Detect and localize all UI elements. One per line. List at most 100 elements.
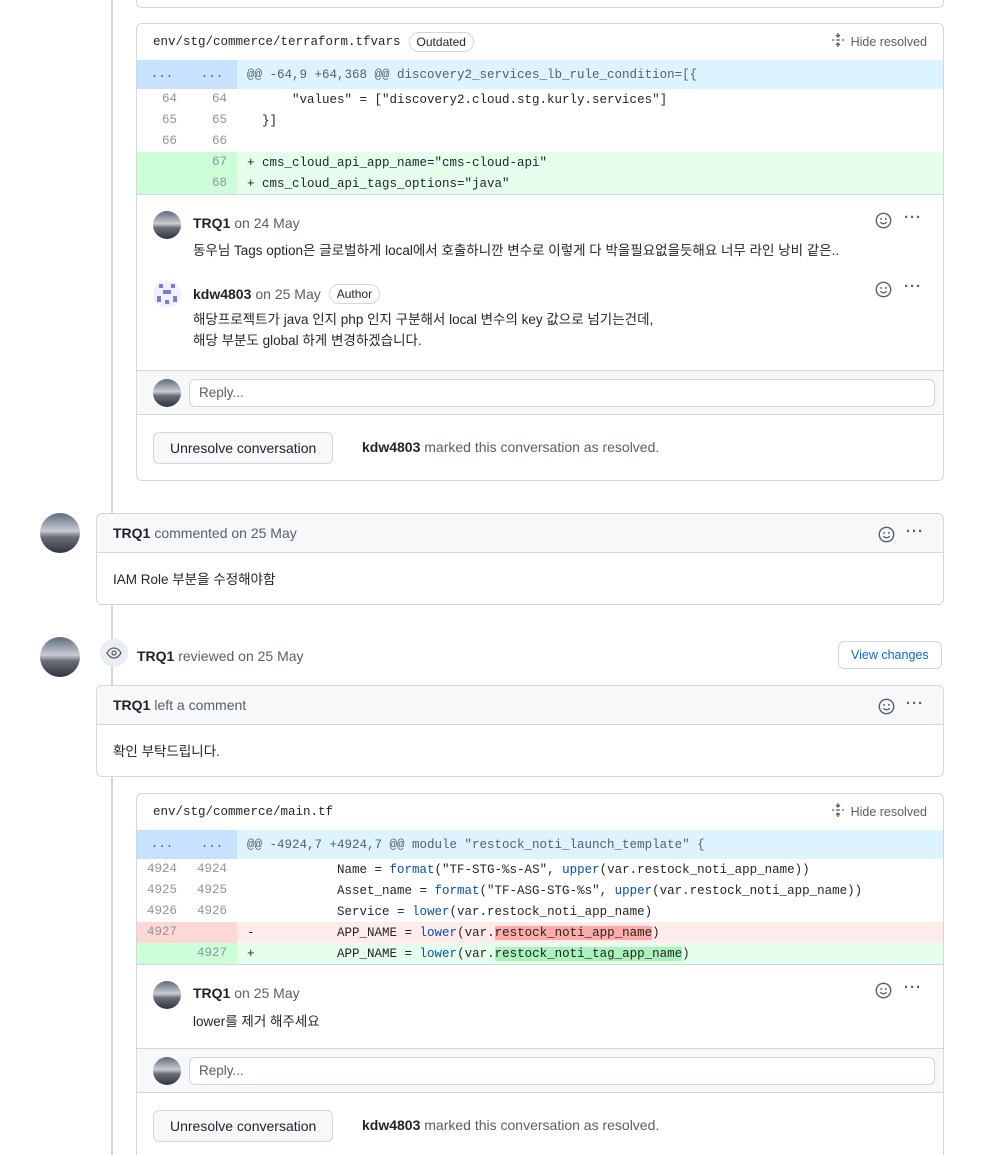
review-comment: kdw4803 on 25 May Author ··· 해당프로젝트가 jav… [137,265,943,371]
new-line-number[interactable]: 4925 [187,880,237,901]
hide-resolved-button[interactable]: Hide resolved [831,802,927,821]
new-line-number[interactable]: 66 [187,131,237,152]
old-line-number[interactable]: 4925 [137,880,187,901]
smiley-icon[interactable] [875,212,892,234]
old-line-number[interactable] [137,943,187,964]
fold-icon [831,32,845,51]
new-line-number[interactable] [187,922,237,943]
expand-down-button[interactable]: ... [187,60,237,89]
reply-input[interactable]: Reply... [189,1057,935,1085]
new-line-number[interactable]: 67 [187,152,237,173]
comment-body: IAM Role 부분을 수정해야함 [113,572,276,587]
avatar[interactable] [153,981,181,1009]
old-line-number[interactable]: 65 [137,110,187,131]
code-text: Service = lower(var.restock_noti_app_nam… [247,904,653,919]
comment-header: kdw4803 on 25 May Author [193,284,381,304]
comment-header: TRQ1 on 25 May [193,985,300,1001]
new-line-number[interactable]: 4926 [187,901,237,922]
avatar[interactable] [153,280,181,308]
resolved-by-user[interactable]: kdw4803 [362,1117,420,1133]
unresolve-conversation-button[interactable]: Unresolve conversation [153,432,334,464]
kebab-icon[interactable]: ··· [904,209,922,226]
expand-down-button[interactable]: ... [187,830,237,859]
comment-action: left a comment [154,697,247,713]
review-comment: TRQ1 on 24 May ··· 동우님 Tags option은 글로벌하… [137,195,943,265]
old-line-number[interactable]: 4924 [137,859,187,880]
hide-resolved-button[interactable]: Hide resolved [831,32,927,51]
comment-author[interactable]: TRQ1 [193,985,230,1001]
comment-action[interactable]: commented on 25 May [154,525,296,541]
diff-line-added: 68 + cms_cloud_api_tags_options="java" [137,173,943,194]
new-line-number[interactable]: 4924 [187,859,237,880]
hide-resolved-label: Hide resolved [850,804,927,819]
review-comment: TRQ1 on 25 May ··· lower를 제거 해주세요 [137,965,943,1050]
old-line-number[interactable]: 4926 [137,901,187,922]
smiley-icon[interactable] [875,982,892,1004]
hunk-header: ... ... @@ -4924,7 +4924,7 @@ module "re… [137,830,943,859]
author-badge: Author [328,284,381,304]
review-summary-card: TRQ1 left a comment ··· 확인 부탁드립니다. [96,685,944,777]
comment-date[interactable]: on 25 May [234,985,299,1001]
old-line-number[interactable]: 64 [137,89,187,110]
comment-author[interactable]: kdw4803 [193,286,251,302]
diff-line-added: 4927 + APP_NAME = lower(var.restock_noti… [137,943,943,964]
review-action[interactable]: reviewed on 25 May [178,648,303,664]
old-line-number[interactable]: 66 [137,131,187,152]
smiley-icon[interactable] [875,281,892,303]
avatar[interactable] [40,637,80,677]
unresolve-conversation-button[interactable]: Unresolve conversation [153,1110,334,1142]
smiley-icon[interactable] [878,526,895,548]
file-path[interactable]: env/stg/commerce/main.tf [153,805,333,819]
view-changes-button[interactable]: View changes [838,641,942,669]
resolve-bar: Unresolve conversation kdw4803 marked th… [137,1094,943,1155]
expand-up-button[interactable]: ... [137,830,187,859]
code-text: }] [247,113,278,128]
code-text: Asset_name = format("TF-ASG-STG-%s", upp… [247,883,863,898]
avatar [153,1057,181,1085]
avatar[interactable] [40,513,80,553]
kebab-icon[interactable]: ··· [906,695,924,712]
new-line-number[interactable]: 68 [187,173,237,194]
eye-icon [100,639,128,667]
comment-date[interactable]: on 25 May [255,286,320,302]
file-header: env/stg/commerce/terraform.tfvars Outdat… [137,24,943,60]
comment-date[interactable]: on 24 May [234,215,299,231]
old-line-number[interactable] [137,152,187,173]
resolved-by-user[interactable]: kdw4803 [362,439,420,455]
comment-body: 동우님 Tags option은 글로벌하게 local에서 호출하니깐 변수로… [193,243,840,258]
smiley-icon[interactable] [878,698,895,720]
code-text: + APP_NAME = lower(var.restock_noti_tag_… [247,946,690,961]
new-line-number[interactable]: 64 [187,89,237,110]
comment-header: TRQ1 commented on 25 May ··· [97,514,943,553]
review-event: TRQ1 reviewed on 25 May [137,648,304,664]
comment-header: TRQ1 on 24 May [193,215,300,231]
old-line-number[interactable] [137,173,187,194]
new-line-number[interactable]: 4927 [187,943,237,964]
fold-icon [831,802,845,821]
old-line-number[interactable]: 4927 [137,922,187,943]
file-path[interactable]: env/stg/commerce/terraform.tfvars [153,35,401,49]
avatar[interactable] [153,211,181,239]
kebab-icon[interactable]: ··· [904,979,922,996]
diff-line: 4924 4924 Name = format("TF-STG-%s-AS", … [137,859,943,880]
comment-author[interactable]: TRQ1 [113,697,150,713]
diff-line: 4925 4925 Asset_name = format("TF-ASG-ST… [137,880,943,901]
kebab-icon[interactable]: ··· [906,523,924,540]
hide-resolved-label: Hide resolved [850,34,927,49]
kebab-icon[interactable]: ··· [904,278,922,295]
diff-line: 4926 4926 Service = lower(var.restock_no… [137,901,943,922]
new-line-number[interactable]: 65 [187,110,237,131]
reply-input[interactable]: Reply... [189,379,935,407]
expand-up-button[interactable]: ... [137,60,187,89]
diff-line-added: 67 + cms_cloud_api_app_name="cms-cloud-a… [137,152,943,173]
code-text: - APP_NAME = lower(var.restock_noti_app_… [247,925,660,940]
comment-body-line-2: 해당 부분도 global 하게 변경하겠습니다. [193,333,422,348]
file-header: env/stg/commerce/main.tf Hide resolved [137,794,943,830]
comment-author[interactable]: TRQ1 [193,215,230,231]
code-text: Name = format("TF-STG-%s-AS", upper(var.… [247,862,810,877]
diff-line: 65 65 }] [137,110,943,131]
review-author[interactable]: TRQ1 [137,648,174,664]
resolved-text: marked this conversation as resolved. [424,439,660,455]
comment-body: 확인 부탁드립니다. [113,744,220,759]
comment-author[interactable]: TRQ1 [113,525,150,541]
